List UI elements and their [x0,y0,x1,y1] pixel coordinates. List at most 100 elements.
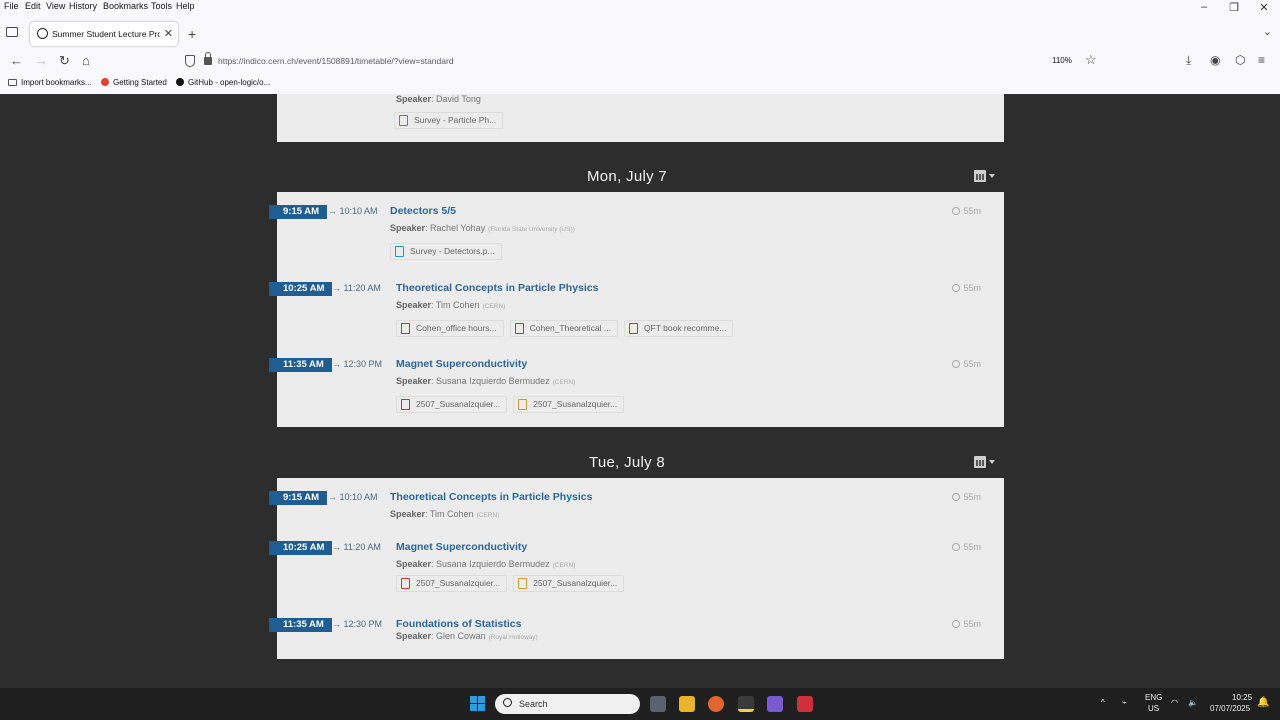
pdf-app-icon[interactable] [797,696,813,712]
tracking-shield-icon[interactable] [185,55,195,67]
star-icon[interactable]: ☆ [1085,52,1097,68]
back-icon[interactable]: ← [10,53,23,68]
day-panel-monday: 9:15 AM → 10:10 AM Detectors 5/5 55m Spe… [269,192,1004,427]
bookmark-github[interactable]: GitHub - open-logic/o... [176,78,270,87]
duration-value: 55m [963,206,981,216]
attachment[interactable]: Survey - Detectors.p... [390,243,502,260]
calendar-export-icon[interactable] [974,456,996,470]
speaker-label: Speaker [396,559,432,569]
menu-view[interactable]: View [46,1,65,11]
speaker-affiliation: (Royal Holloway) [488,634,538,641]
hamburger-menu-icon[interactable]: ≡ [1258,53,1265,67]
extensions-icon[interactable]: ⬡ [1235,53,1245,67]
navigation-bar: ← → ↻ ⌂ https://indico.cern.ch/event/150… [0,50,1280,74]
account-icon[interactable]: ◉ [1210,53,1220,67]
day-title: Tue, July 8 [588,454,666,471]
url-text[interactable]: https://indico.cern.ch/event/1508891/tim… [218,56,454,66]
entry-title-link[interactable]: Magnet Superconductivity [396,541,527,553]
duration: 55m [952,283,981,293]
search-icon [503,698,512,707]
entry-title-link[interactable]: Theoretical Concepts in Particle Physics [390,491,593,503]
minimize-icon[interactable]: – [1194,1,1214,13]
clock-date[interactable]: 07/07/2025 [1210,704,1250,713]
speaker-name[interactable]: David Tong [436,94,481,104]
restore-icon[interactable]: ❐ [1224,1,1244,14]
entry-title-link[interactable]: Foundations of Statistics [396,618,521,630]
wifi-icon[interactable]: ◠ [1171,698,1178,707]
lock-icon[interactable] [204,52,212,65]
github-icon [176,78,184,86]
attachment[interactable]: 2507_Susanalzquier... [396,575,508,592]
zoom-level[interactable]: 110% [1052,56,1072,65]
entry-title-link[interactable]: Magnet Superconductivity [396,358,527,370]
notification-icon[interactable]: 🔔 [1257,697,1269,708]
menu-edit[interactable]: Edit [25,1,41,11]
file-explorer-icon[interactable] [679,696,695,712]
reload-icon[interactable]: ↻ [59,53,70,69]
region-code: US [1148,704,1160,713]
close-window-icon[interactable]: ✕ [1254,1,1274,14]
sticky-app-icon[interactable] [738,696,754,712]
new-tab-icon[interactable]: + [188,26,196,42]
volume-icon[interactable]: 🔈 [1188,698,1198,707]
tab-list-icon[interactable] [6,27,18,37]
attachment[interactable]: QFT book recomme... [623,320,734,337]
duration-value: 55m [963,359,981,369]
speaker-name[interactable]: Rachel Yohay [430,223,485,233]
document-file-icon [518,578,528,589]
network-icon[interactable]: ⌁ [1122,698,1127,707]
menu-file[interactable]: File [4,1,19,11]
speaker-name[interactable]: Tim Cohen [430,509,474,519]
app-icon[interactable] [767,696,783,712]
attachment[interactable]: Survey - Particle Ph... [394,112,504,129]
attachment-name: Cohen_Theoretical ... [529,323,611,333]
speaker-label: Speaker [396,300,432,310]
attachment-list: Survey - Particle Ph... [394,112,504,129]
bookmark-github-label: GitHub - open-logic/o... [188,78,271,87]
duration: 55m [952,206,981,216]
clock-time[interactable]: 10:25 [1232,693,1252,702]
bookmark-getting-started[interactable]: Getting Started [101,78,167,87]
entry-title-link[interactable]: Detectors 5/5 [390,205,456,217]
entry-title-link[interactable]: Theoretical Concepts in Particle Physics [396,282,599,294]
tab-active[interactable]: Summer Student Lecture Prog ✕ [30,22,178,46]
bookmark-import[interactable]: Import bookmarks... [8,78,92,87]
taskbar-search[interactable]: Search [495,694,640,714]
forward-icon[interactable]: → [35,53,48,68]
menu-tools[interactable]: Tools [151,1,172,11]
attachment[interactable]: 2507_Susanalzquier... [513,396,625,413]
language-indicator[interactable]: ENG [1145,693,1162,702]
menu-history[interactable]: History [69,1,97,11]
browser-chrome: File Edit View History Bookmarks Tools H… [0,0,1280,94]
calendar-export-icon[interactable] [974,170,996,184]
attachment[interactable]: 2507_Susanalzquier... [513,575,625,592]
windows-start-icon[interactable] [470,696,486,712]
chevron-down-icon[interactable]: ⌄ [1263,25,1272,38]
attachment[interactable]: 2507_Susanalzquier... [396,396,508,413]
attachment-name: 2507_Susanalzquier... [533,399,618,409]
menu-bookmarks[interactable]: Bookmarks [103,1,148,11]
start-time-badge: 10:25 AM [269,282,333,296]
attachment[interactable]: Cohen_Theoretical ... [509,320,618,337]
speaker-name[interactable]: Susana Izquierdo Bermudez [436,559,550,569]
home-icon[interactable]: ⌂ [82,53,90,68]
indico-favicon-icon [37,28,48,39]
menu-help[interactable]: Help [176,1,195,11]
tray-overflow-icon[interactable]: ^ [1101,698,1105,707]
speaker-name[interactable]: Tim Cohen [436,300,480,310]
region-indicator: US [1148,704,1159,713]
task-view-icon[interactable] [650,696,666,712]
firefox-icon[interactable] [708,696,724,712]
attachment-name: Survey - Detectors.p... [410,246,495,256]
start-time-badge: 11:35 AM [269,618,332,632]
attachment[interactable]: Cohen_office hours... [396,320,504,337]
speaker-name[interactable]: Susana Izquierdo Bermudez [436,376,550,386]
start-time-badge: 10:25 AM [269,541,333,555]
download-icon[interactable]: ⤓ [1186,53,1191,68]
close-tab-icon[interactable]: ✕ [164,27,173,40]
address-bar[interactable]: https://indico.cern.ch/event/1508891/tim… [180,51,1110,73]
end-time: → 12:30 PM [332,619,383,629]
speaker-affiliation: (CERN) [482,303,506,310]
speaker-name[interactable]: Glen Cowan [436,631,486,641]
speaker-line: Speaker: Tim Cohen (CERN) [396,300,506,310]
